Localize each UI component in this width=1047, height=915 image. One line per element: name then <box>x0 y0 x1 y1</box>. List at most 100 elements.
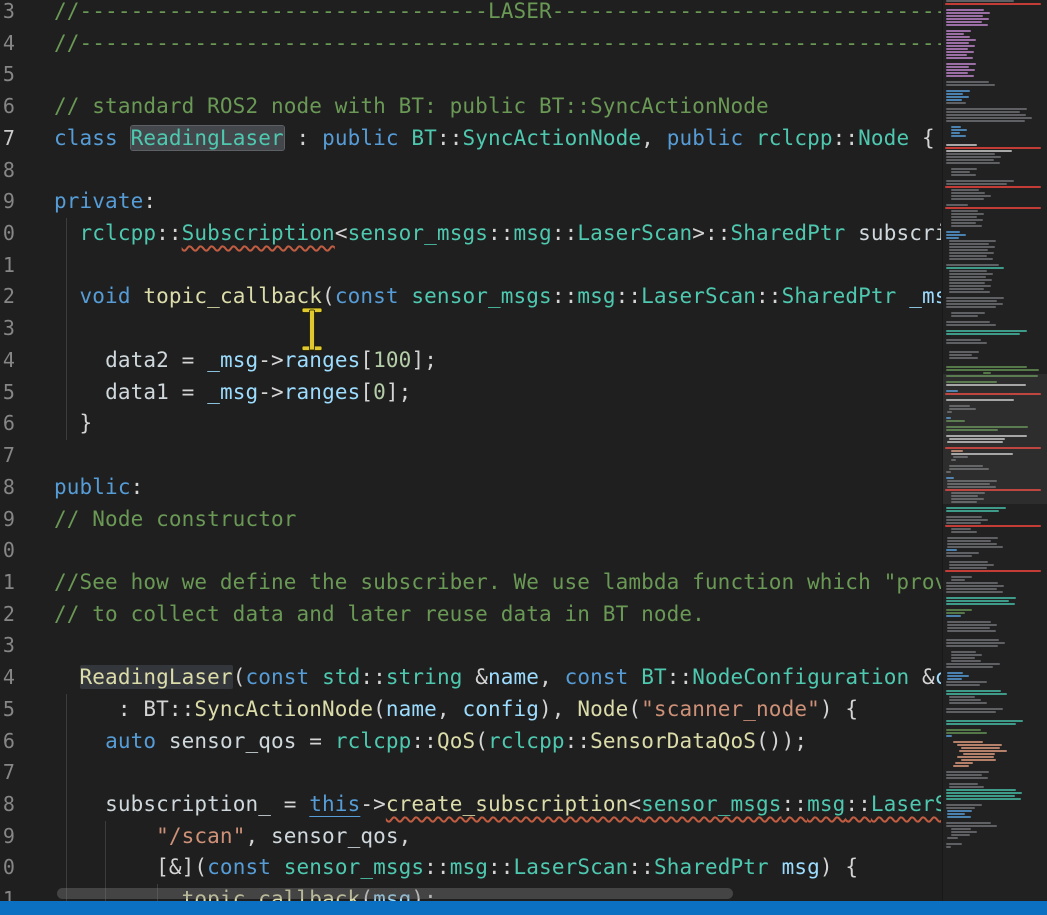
code-token: -> <box>258 348 284 372</box>
status-bar[interactable] <box>0 901 1047 915</box>
minimap-line <box>946 75 974 77</box>
code-line[interactable]: 0 <box>0 535 941 567</box>
code-line[interactable]: 9// Node constructor <box>0 504 941 536</box>
minimap-line <box>946 66 969 68</box>
code-token: , <box>245 824 271 848</box>
minimap-line <box>951 189 979 191</box>
code-editor-area[interactable]: 3//--------------------------------LASER… <box>0 0 941 901</box>
code-line[interactable]: 2// to collect data and later reuse data… <box>0 599 941 631</box>
minimap-line <box>961 759 996 761</box>
minimap-line <box>946 267 1004 269</box>
minimap-line <box>946 777 988 779</box>
minimap-line <box>951 579 965 581</box>
code-line[interactable]: 3//--------------------------------LASER… <box>0 0 941 28</box>
code-line[interactable]: 6// standard ROS2 node with BT: public B… <box>0 91 941 123</box>
code-line[interactable]: 3 <box>0 630 941 662</box>
code-line[interactable]: 7class ReadingLaser : public BT::SyncAct… <box>0 123 941 155</box>
minimap-line <box>947 837 958 839</box>
minimap-line <box>945 186 1041 188</box>
code-line[interactable]: 2 void topic_callback(const sensor_msgs:… <box>0 281 941 313</box>
code-line[interactable]: 9 "/scan", sensor_qos, <box>0 821 941 853</box>
minimap-line <box>946 156 1001 158</box>
code-line[interactable]: 4//-------------------------------------… <box>0 28 941 60</box>
code-line[interactable]: 7 <box>0 440 941 472</box>
code-line[interactable]: 6 } <box>0 408 941 440</box>
code-line[interactable]: 8 subscription_ = this->create_subscript… <box>0 789 941 821</box>
code-line[interactable]: 7 <box>0 757 941 789</box>
minimap-viewport-slider[interactable] <box>943 374 1047 504</box>
line-number: 3 <box>0 630 15 662</box>
line-number: 4 <box>0 662 15 694</box>
code-token: = <box>297 729 335 753</box>
code-line[interactable]: 1//See how we define the subscriber. We … <box>0 567 941 599</box>
line-number: 0 <box>0 852 15 884</box>
code-line[interactable]: 5 data1 = _msg->ranges[0]; <box>0 377 941 409</box>
code-token: BT <box>143 697 169 721</box>
minimap-line <box>949 240 996 242</box>
code-token: BT <box>641 665 667 689</box>
minimap-line <box>947 621 991 623</box>
code-line[interactable]: 6 auto sensor_qos = rclcpp::QoS(rclcpp::… <box>0 726 941 758</box>
code-token: // standard ROS2 node with BT: public BT… <box>54 94 769 118</box>
minimap-line <box>946 306 996 308</box>
code-token: & <box>909 665 935 689</box>
code-token: topic_callback <box>143 284 322 308</box>
code-line[interactable]: 4 ReadingLaser(const std::string &name, … <box>0 662 941 694</box>
code-token <box>54 792 105 816</box>
code-line-text: //--------------------------------------… <box>54 28 941 60</box>
code-token: public <box>667 126 756 150</box>
minimap-line <box>951 129 967 131</box>
minimap-line <box>946 822 991 824</box>
code-token: SyncActionNode <box>462 126 641 150</box>
minimap-line <box>949 567 987 569</box>
code-token: sensor_qos <box>169 729 297 753</box>
minimap-line <box>959 750 1007 752</box>
code-token: public <box>54 475 131 499</box>
minimap-line <box>946 807 975 809</box>
code-line[interactable]: 5 : BT::SyncActionNode(name, config), No… <box>0 694 941 726</box>
minimap[interactable] <box>942 0 1047 901</box>
minimap-line <box>945 147 1041 149</box>
line-number: 4 <box>0 345 15 377</box>
minimap-line <box>946 735 952 737</box>
minimap-line <box>951 576 972 578</box>
code-token: ]( <box>182 855 208 879</box>
minimap-line <box>949 249 988 251</box>
code-token: :: <box>156 221 182 245</box>
code-line[interactable]: 9private: <box>0 186 941 218</box>
minimap-line <box>947 816 971 818</box>
code-token: :: <box>360 665 386 689</box>
line-number: 5 <box>0 59 15 91</box>
code-token <box>769 855 782 879</box>
code-token: config <box>462 697 539 721</box>
code-token: ( <box>373 697 386 721</box>
code-line[interactable]: 8 <box>0 155 941 187</box>
minimap-line <box>946 642 1005 644</box>
code-line[interactable]: 3 <box>0 313 941 345</box>
code-token: ) { <box>820 855 858 879</box>
minimap-line <box>946 708 1003 710</box>
code-line[interactable]: 1 <box>0 250 941 282</box>
code-line-text: rclcpp::Subscription<sensor_msgs::msg::L… <box>54 218 941 250</box>
code-line-text: private: <box>54 186 156 218</box>
code-token: LaserScan <box>641 284 756 308</box>
minimap-line <box>951 216 977 218</box>
minimap-line <box>946 63 976 65</box>
code-token: = <box>169 380 207 404</box>
code-token: :: <box>616 284 642 308</box>
minimap-line <box>947 630 996 632</box>
minimap-line <box>946 54 967 56</box>
code-token: QoS <box>437 729 475 753</box>
minimap-line <box>951 213 984 215</box>
minimap-line <box>946 99 962 101</box>
minimap-line <box>946 297 1004 299</box>
code-line[interactable]: 8public: <box>0 472 941 504</box>
code-line[interactable]: 4 data2 = _msg->ranges[100]; <box>0 345 941 377</box>
horizontal-scrollbar-slider[interactable] <box>57 888 733 899</box>
code-line[interactable]: 5 <box>0 59 941 91</box>
code-line[interactable]: 0 rclcpp::Subscription<sensor_msgs::msg:… <box>0 218 941 250</box>
minimap-line <box>949 564 994 566</box>
code-line[interactable]: 0 [&](const sensor_msgs::msg::LaserScan:… <box>0 852 941 884</box>
line-number: 6 <box>0 408 15 440</box>
minimap-line <box>946 84 995 86</box>
